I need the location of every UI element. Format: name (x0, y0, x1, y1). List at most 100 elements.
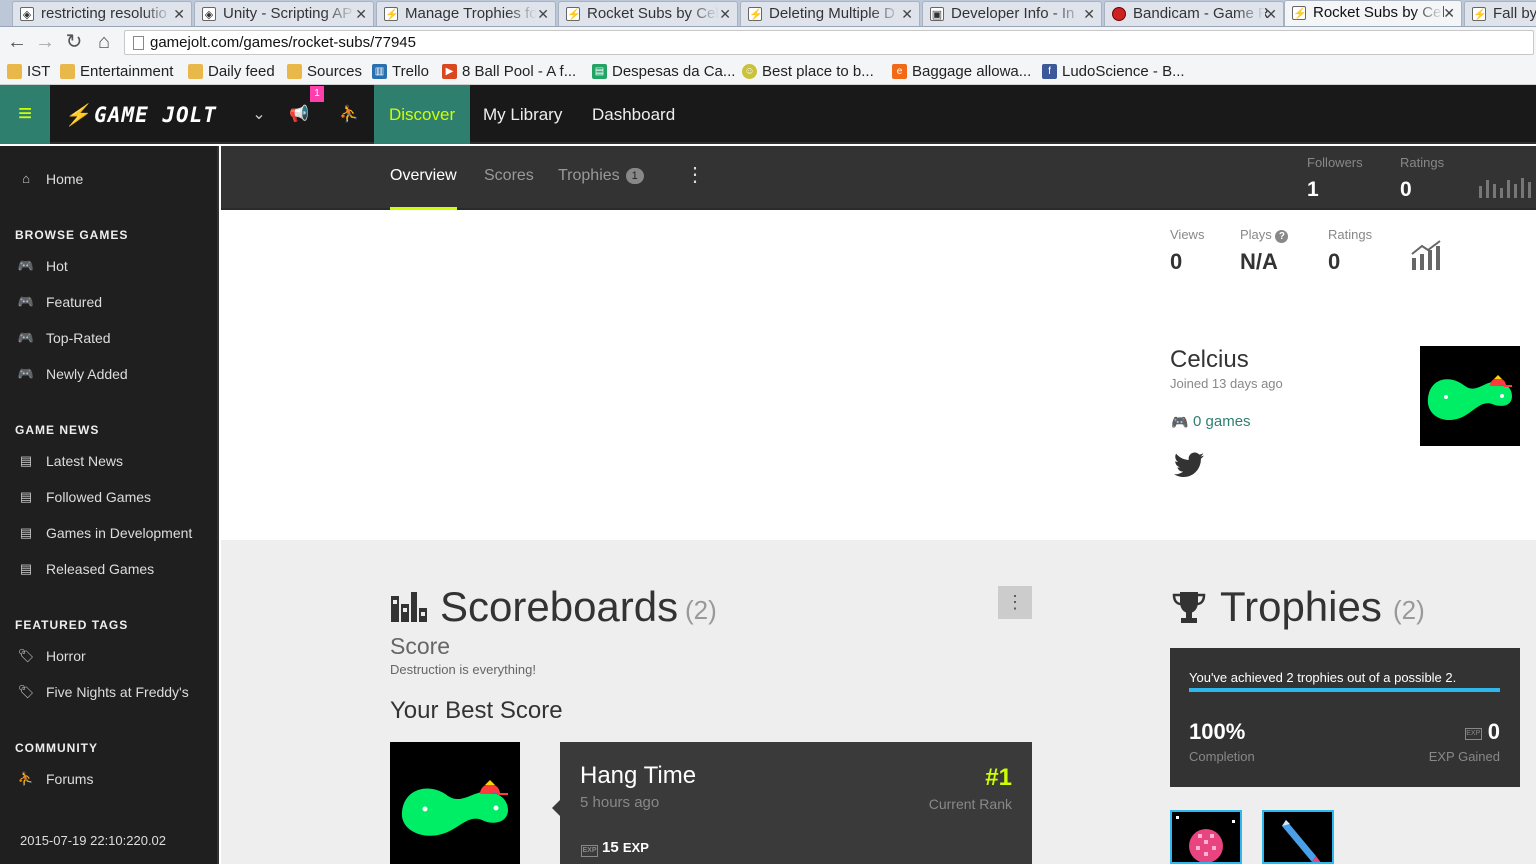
bookmark-link[interactable]: e Baggage allowa... (890, 61, 1031, 82)
sidebar-item-home[interactable]: ⌂ Home (0, 164, 217, 194)
gamejolt-logo[interactable]: ⚡ GAME JOLT (64, 102, 217, 128)
sidebar-item-released-games[interactable]: ▤ Released Games (0, 554, 217, 584)
browser-tab[interactable]: ▣ Developer Info - In ✕ (922, 1, 1102, 26)
close-tab-icon[interactable]: ✕ (1265, 2, 1277, 26)
ratings-value: 0 (1400, 178, 1412, 201)
sidebar-item-top-rated[interactable]: 🎮 Top-Rated (0, 323, 217, 353)
site-header: ≡ ⚡ GAME JOLT ⌄ 📢 ⛹ Discover My Library D… (0, 85, 1536, 144)
exp-icon: EXP (1464, 728, 1482, 740)
bookmark-link[interactable]: ▤ Despesas da Ca... (590, 61, 735, 82)
hamburger-menu-icon[interactable]: ≡ (0, 85, 50, 144)
browser-tab-active[interactable]: ⚡ Rocket Subs by Cel ✕ (1284, 0, 1462, 26)
trophy-thumbnail[interactable] (1170, 810, 1242, 864)
sidebar-section-title: GAME NEWS (15, 423, 100, 437)
tag-icon: 🏷 (17, 648, 35, 663)
close-tab-icon[interactable]: ✕ (173, 2, 185, 26)
browser-tab[interactable]: ⚡ Manage Trophies fo ✕ (376, 1, 556, 26)
close-tab-icon[interactable]: ✕ (355, 2, 367, 26)
back-arrow-icon[interactable]: ← (5, 31, 29, 55)
sidebar-section-title: BROWSE GAMES (15, 228, 129, 242)
followers-value: 1 (1307, 178, 1319, 201)
trophy-thumbnail[interactable] (1262, 810, 1334, 864)
sidebar-item-latest-news[interactable]: ▤ Latest News (0, 446, 217, 476)
trophy-icon (1172, 592, 1206, 623)
bookmark-folder[interactable]: Entertainment (58, 61, 173, 82)
ratings-label: Ratings (1328, 227, 1373, 242)
tab-overview[interactable]: Overview (390, 146, 457, 210)
nav-dashboard[interactable]: Dashboard (577, 85, 690, 144)
rank-value: #1 (985, 764, 1012, 791)
url-text[interactable]: gamejolt.com/games/rocket-subs/77945 (150, 31, 416, 55)
news-icon: ▤ (19, 525, 33, 540)
tab-trophies[interactable]: Trophies 1 (558, 146, 644, 210)
sidebar-item-newly-added[interactable]: 🎮 Newly Added (0, 359, 217, 389)
gamejolt-icon: ⚡ (384, 7, 399, 21)
smiley-icon: ☺ (742, 64, 757, 79)
developer-games-link[interactable]: 0 games (1193, 413, 1251, 430)
nav-discover[interactable]: Discover (374, 85, 471, 144)
community-icon[interactable]: ⛹ (334, 85, 364, 144)
browser-tab[interactable]: ◈ Unity - Scripting AP ✕ (194, 1, 374, 26)
folder-icon (287, 64, 302, 79)
tag-icon: 🏷 (17, 684, 35, 699)
sidebar-item-games-in-development[interactable]: ▤ Games in Development (0, 518, 217, 548)
sidebar-item-hot[interactable]: 🎮 Hot (0, 251, 217, 281)
forward-arrow-icon[interactable]: → (33, 31, 57, 55)
bookmark-folder[interactable]: Sources (285, 61, 362, 82)
trophy-summary-text: You've achieved 2 trophies out of a poss… (1189, 670, 1457, 685)
sidebar-item-featured[interactable]: 🎮 Featured (0, 287, 217, 317)
close-tab-icon[interactable]: ✕ (537, 2, 549, 26)
best-score-value: Hang Time (580, 762, 697, 789)
tab-scores[interactable]: Scores (484, 146, 534, 210)
best-score-avatar[interactable] (390, 742, 520, 864)
close-tab-icon[interactable]: ✕ (901, 2, 913, 26)
trophy-progress-bar (1189, 688, 1500, 692)
scoreboard-name[interactable]: Score (390, 633, 450, 660)
folder-icon (188, 64, 203, 79)
home-icon[interactable]: ⌂ (92, 31, 116, 55)
sidebar-item-forums[interactable]: ⛹ Forums (0, 764, 217, 794)
views-value: 0 (1170, 249, 1183, 274)
bookmarks-bar: IST Entertainment Daily feed Sources ▥ Tr… (0, 58, 1536, 85)
reload-icon[interactable]: ↻ (62, 31, 86, 55)
nav-my-library[interactable]: My Library (468, 85, 577, 144)
page-icon (133, 36, 144, 50)
stats-chart-icon[interactable] (1410, 240, 1444, 270)
bookmark-link[interactable]: f LudoScience - B... (1040, 61, 1185, 82)
scoreboards-title: Scoreboards (440, 583, 679, 630)
bookmark-folder[interactable]: IST (5, 61, 50, 82)
facebook-icon: f (1042, 64, 1057, 79)
close-tab-icon[interactable]: ✕ (719, 2, 731, 26)
scoreboard-options-button[interactable]: ⋮ (998, 586, 1032, 619)
browser-tab[interactable]: ⚡ Deleting Multiple D ✕ (740, 1, 920, 26)
bookmark-link[interactable]: ☺ Best place to b... (740, 61, 874, 82)
trophies-count-badge: 1 (625, 168, 644, 184)
close-tab-icon[interactable]: ✕ (1443, 1, 1455, 25)
sidebar-item-horror[interactable]: 🏷 Horror (0, 641, 217, 671)
sidebar-item-followed-games[interactable]: ▤ Followed Games (0, 482, 217, 512)
twitter-icon[interactable] (1174, 452, 1204, 478)
browser-tab[interactable]: ⚡ Fall by (1464, 1, 1536, 26)
plays-label: Plays ? (1240, 227, 1289, 243)
more-options-icon[interactable]: ⋮ (685, 165, 705, 185)
browser-tab[interactable]: ◈ restricting resolutio ✕ (12, 1, 192, 26)
chevron-down-icon[interactable]: ⌄ (244, 85, 274, 144)
bookmark-folder[interactable]: Daily feed (186, 61, 275, 82)
help-icon[interactable]: ? (1275, 230, 1289, 243)
bookmark-link[interactable]: ▶ 8 Ball Pool - A f... (440, 61, 576, 82)
ratings-histogram-icon (1479, 178, 1531, 198)
browser-tab[interactable]: Bandicam - Game R ✕ (1104, 1, 1284, 26)
sidebar-item-fnaf[interactable]: 🏷 Five Nights at Freddy's (0, 677, 217, 707)
bolt-icon: ⚡ (64, 103, 92, 127)
scoreboard-icon (391, 592, 427, 622)
browser-toolbar: ← → ↻ ⌂ gamejolt.com/games/rocket-subs/7… (0, 27, 1536, 58)
developer-name[interactable]: Celcius (1170, 346, 1249, 374)
developer-joined: Joined 13 days ago (1170, 376, 1283, 391)
close-tab-icon[interactable]: ✕ (1083, 2, 1095, 26)
developer-avatar[interactable] (1420, 346, 1520, 446)
bookmark-link[interactable]: ▥ Trello (370, 61, 429, 82)
browser-tab[interactable]: ⚡ Rocket Subs by Cel ✕ (558, 1, 738, 26)
address-bar[interactable]: gamejolt.com/games/rocket-subs/77945 (124, 30, 1534, 55)
youtube-icon: ▶ (442, 64, 457, 79)
best-score-card[interactable]: Hang Time 5 hours ago #1 Current Rank EX… (552, 742, 1032, 864)
